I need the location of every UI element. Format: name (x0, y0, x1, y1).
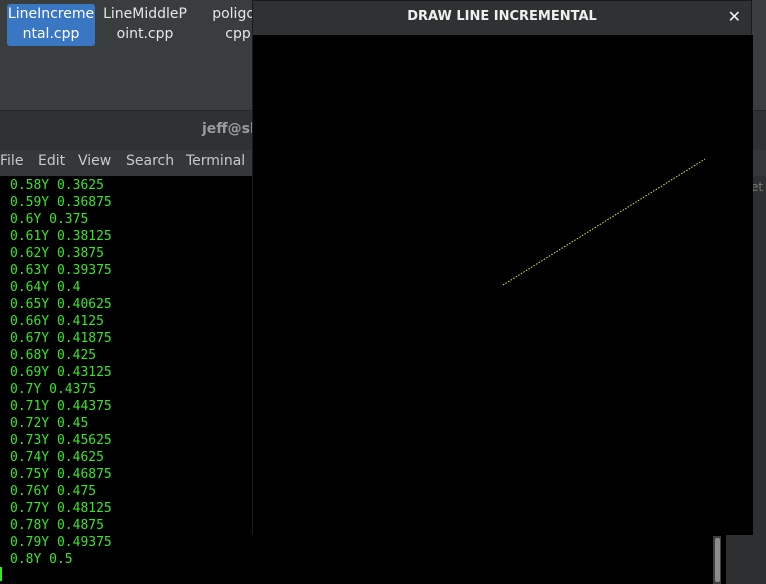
close-icon[interactable]: ✕ (728, 7, 741, 26)
terminal-line: 0.76Y 0.475 (10, 484, 97, 499)
menu-view[interactable]: View (78, 153, 111, 169)
file-name-line1: LineMiddleP (103, 6, 187, 22)
terminal-line: 0.8Y 0.5 (10, 552, 73, 567)
file-item-lineincremental[interactable]: LineIncreme ntal.cpp (7, 4, 95, 46)
gl-window-title: DRAW LINE INCREMENTAL (407, 9, 597, 24)
file-name-line2: ntal.cpp (22, 26, 80, 42)
terminal-line: 0.58Y 0.3625 (10, 178, 104, 193)
terminal-line: 0.75Y 0.46875 (10, 467, 112, 482)
terminal-line: 0.77Y 0.48125 (10, 501, 112, 516)
file-name-line2: oint.cpp (116, 26, 174, 42)
menu-file[interactable]: File (0, 153, 23, 169)
terminal-line: 0.63Y 0.39375 (10, 263, 112, 278)
terminal-line: 0.69Y 0.43125 (10, 365, 112, 380)
terminal-line: 0.78Y 0.4875 (10, 518, 104, 533)
gl-window-titlebar[interactable]: DRAW LINE INCREMENTAL ✕ (253, 1, 751, 36)
terminal-line: 0.62Y 0.3875 (10, 246, 104, 261)
terminal-line: 0.65Y 0.40625 (10, 297, 112, 312)
terminal-line: 0.61Y 0.38125 (10, 229, 112, 244)
terminal-line: 0.74Y 0.4625 (10, 450, 104, 465)
terminal-line: 0.71Y 0.44375 (10, 399, 112, 414)
terminal-line: 0.72Y 0.45 (10, 416, 89, 431)
terminal-line: 0.7Y 0.4375 (10, 382, 97, 397)
terminal-line: 0.59Y 0.36875 (10, 195, 112, 210)
file-name-line1: LineIncreme (7, 6, 95, 22)
terminal-line: 0.67Y 0.41875 (10, 331, 112, 346)
menu-terminal[interactable]: Terminal (186, 153, 245, 169)
terminal-line: 0.79Y 0.49375 (10, 535, 112, 550)
terminal-title: jeff@sl (202, 121, 255, 137)
terminal-scrollbar-thumb[interactable] (715, 538, 720, 582)
menu-search[interactable]: Search (126, 153, 174, 169)
terminal-line: 0.68Y 0.425 (10, 348, 97, 363)
terminal-line: 0.64Y 0.4 (10, 280, 81, 295)
terminal-line: 0.66Y 0.4125 (10, 314, 104, 329)
terminal-line: 0.73Y 0.45625 (10, 433, 112, 448)
gl-window: DRAW LINE INCREMENTAL ✕ (252, 0, 753, 535)
menu-edit[interactable]: Edit (38, 153, 65, 169)
gl-canvas (253, 35, 753, 535)
file-item-linemiddlepoint[interactable]: LineMiddleP oint.cpp (101, 4, 189, 46)
terminal-line: 0.6Y 0.375 (10, 212, 89, 227)
terminal-cursor (0, 567, 2, 581)
